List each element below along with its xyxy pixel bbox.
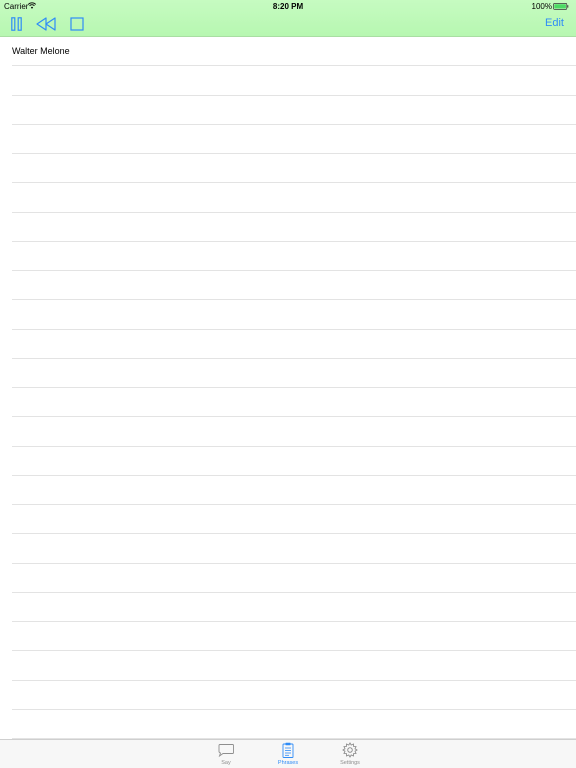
toolbar: Edit [0,12,576,36]
list-item[interactable] [12,242,576,271]
pause-icon [10,17,22,31]
list-item[interactable] [12,183,576,213]
speech-bubble-icon [204,742,248,758]
status-bar: Carrier 8:20 PM 100% [0,0,576,12]
list-item-label: Walter Melone [12,46,70,57]
list-item[interactable] [12,651,576,681]
stop-button[interactable] [69,15,85,33]
list-item[interactable] [12,534,576,564]
clipboard-icon [266,742,310,758]
list-item[interactable] [12,96,576,125]
tab-say-label: Say [221,760,231,766]
list-item[interactable] [12,476,576,505]
list-item[interactable] [12,300,576,330]
edit-button[interactable]: Edit [545,17,564,29]
list-item[interactable] [12,66,576,96]
list-item[interactable]: Walter Melone [12,37,576,67]
tab-bar: Say Phrases Settings [0,739,576,768]
list-item[interactable] [12,505,576,535]
status-time: 8:20 PM [272,2,304,11]
list-item[interactable] [12,681,576,710]
pause-button[interactable] [9,15,23,33]
battery-icon [553,3,570,12]
tab-settings[interactable]: Settings [328,742,372,768]
gear-icon [328,742,372,758]
tab-say[interactable]: Say [204,742,248,768]
tab-phrases[interactable]: Phrases [266,742,310,768]
list-item[interactable] [12,154,576,184]
phrase-list: Walter Melone [0,37,576,739]
stop-icon [70,17,84,31]
list-item[interactable] [12,125,576,154]
list-item[interactable] [12,622,576,652]
rewind-button[interactable] [35,15,57,33]
tab-phrases-label: Phrases [277,760,299,766]
rewind-icon [36,17,56,31]
list-item[interactable] [12,213,576,242]
header-bar: Carrier 8:20 PM 100% Edit [0,0,576,37]
list-item[interactable] [12,359,576,388]
list-item[interactable] [12,564,576,593]
tab-settings-label: Settings [340,760,360,766]
list-item[interactable] [12,271,576,301]
list-item[interactable] [12,388,576,418]
list-item[interactable] [12,330,576,359]
list-item[interactable] [12,593,576,622]
list-item[interactable] [12,447,576,476]
list-item[interactable] [12,417,576,447]
battery-percent: 100% [531,2,552,11]
list-item[interactable] [12,710,576,739]
